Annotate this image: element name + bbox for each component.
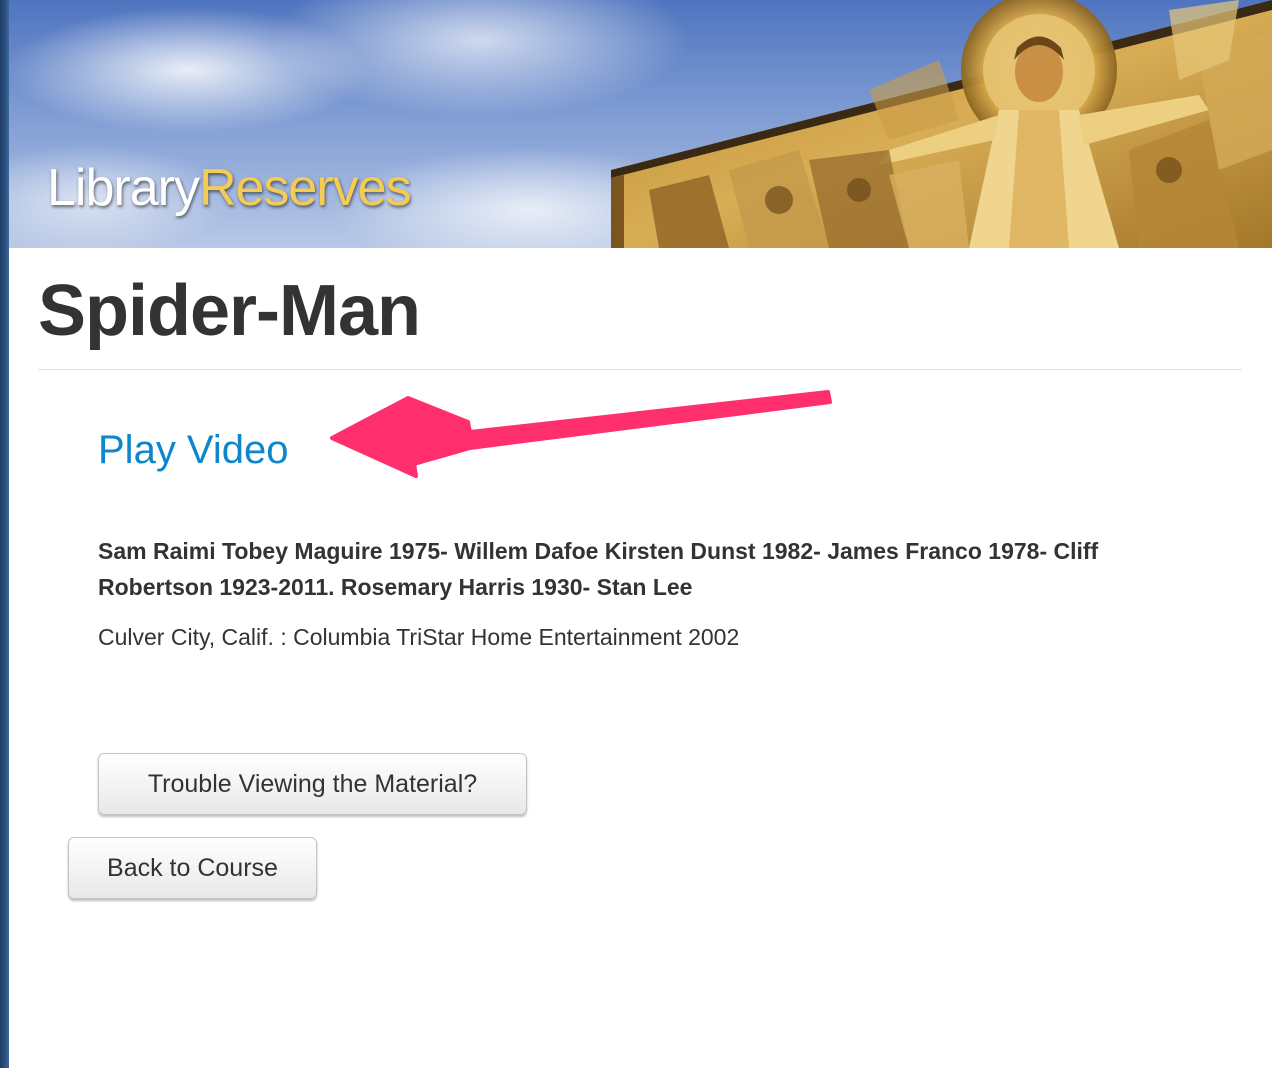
logo-word-reserves: Reserves	[198, 159, 412, 217]
credits-text: Sam Raimi Tobey Maguire 1975- Willem Daf…	[98, 538, 1099, 600]
library-reserves-logo[interactable]: LibraryReserves	[47, 158, 412, 218]
arrow-left-icon	[330, 390, 832, 478]
page: LibraryReserves Spider-Man Play Video Sa…	[0, 0, 1272, 1068]
title-divider	[38, 369, 1242, 370]
page-title: Spider-Man	[38, 271, 421, 351]
play-video-link[interactable]: Play Video	[98, 428, 289, 473]
header-banner: LibraryReserves	[9, 0, 1272, 248]
window-edge	[0, 0, 9, 1068]
back-to-course-button[interactable]: Back to Course	[68, 837, 317, 899]
trouble-viewing-button[interactable]: Trouble Viewing the Material?	[98, 753, 527, 815]
publisher-text: Culver City, Calif. : Columbia TriStar H…	[98, 624, 740, 650]
logo-word-library: Library	[47, 159, 200, 217]
